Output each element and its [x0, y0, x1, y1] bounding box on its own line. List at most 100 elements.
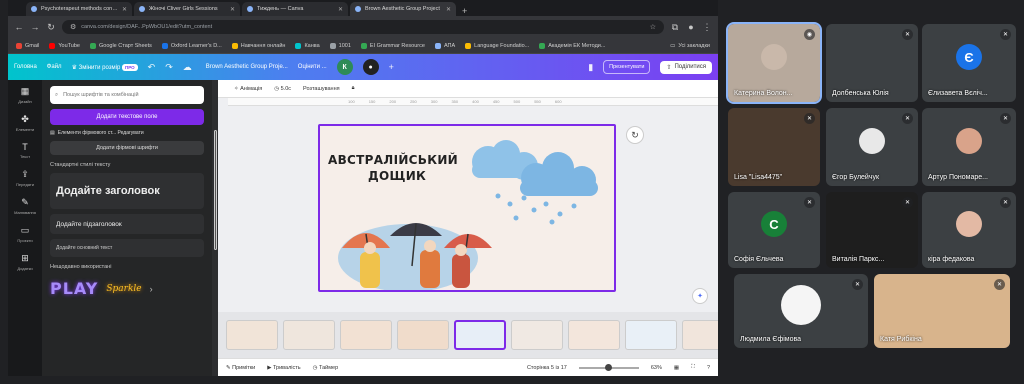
- participant-tile[interactable]: ✕ Долбенська Юлія: [826, 24, 918, 102]
- participant-tile[interactable]: ✕ Катя Рибкіна: [874, 274, 1010, 348]
- add-heading-card[interactable]: Додайте заголовок: [50, 173, 204, 209]
- zoom-level[interactable]: 63%: [651, 365, 662, 371]
- page-thumbnail[interactable]: [340, 320, 392, 350]
- page-indicator[interactable]: Сторінка 5 із 17: [527, 365, 567, 371]
- font-search-input[interactable]: ⌕ Пошук шрифтів та комбінацій: [50, 86, 204, 104]
- browser-tab[interactable]: Psychoterapeut methods conver ✕: [26, 2, 132, 16]
- browser-tab[interactable]: Brown Aesthetic Group Project ✕: [350, 2, 456, 16]
- duration-footer-button[interactable]: ▶ Тривалість: [267, 365, 300, 371]
- zoom-slider-handle[interactable]: [604, 363, 612, 371]
- site-info-icon[interactable]: ⚙: [70, 23, 76, 31]
- chevron-right-icon[interactable]: ›: [150, 284, 153, 294]
- close-tab-icon[interactable]: ✕: [338, 6, 343, 13]
- font-combo-sparkle[interactable]: Sparkle: [106, 284, 141, 294]
- browser-tab[interactable]: Тиждень — Canva ✕: [242, 2, 348, 16]
- page-thumbnail[interactable]: [625, 320, 677, 350]
- profile-icon[interactable]: ●: [686, 22, 696, 32]
- help-icon[interactable]: ?: [707, 365, 710, 371]
- notes-button[interactable]: ✎ Примітки: [226, 365, 255, 371]
- share-button[interactable]: ⇧ Поділитися: [660, 60, 712, 74]
- rail-item[interactable]: T Текст: [20, 142, 30, 159]
- stats-icon[interactable]: ▮: [588, 62, 593, 73]
- participant-tile[interactable]: Є ✕ Єлизавета Вєліч...: [922, 24, 1016, 102]
- timer-button[interactable]: ◷ Таймер: [313, 365, 339, 371]
- add-brand-fonts-button[interactable]: Додати фірмові шрифти: [50, 141, 204, 155]
- bookmark-item[interactable]: Gmail: [16, 42, 39, 49]
- rail-item[interactable]: ⊞ Додатки: [17, 253, 32, 271]
- back-icon[interactable]: ←: [14, 22, 24, 32]
- rail-item[interactable]: ✎ Малювання: [14, 197, 36, 215]
- participant-tile[interactable]: ✕ кіра федакова: [922, 192, 1016, 268]
- participant-tile[interactable]: ◉ Катерина Волон...: [726, 22, 822, 104]
- bookmark-item[interactable]: Google Старт Sheets: [90, 42, 152, 49]
- position-button[interactable]: Розташування: [303, 86, 340, 92]
- participant-tile[interactable]: С ✕ Софія Єльчева: [728, 192, 820, 268]
- reload-icon[interactable]: ↻: [46, 22, 56, 33]
- page-thumbnail[interactable]: [511, 320, 563, 350]
- bookmark-item[interactable]: АПА: [434, 42, 455, 49]
- rail-item[interactable]: ⇪ Передати: [16, 169, 34, 187]
- panel-scroll-thumb[interactable]: [213, 130, 217, 250]
- close-tab-icon[interactable]: ✕: [230, 6, 235, 13]
- bookmark-item[interactable]: YouTube: [49, 42, 80, 49]
- page-thumbnail[interactable]: [226, 320, 278, 350]
- forward-icon[interactable]: →: [30, 22, 40, 32]
- fullscreen-icon[interactable]: ⛶: [691, 364, 695, 371]
- participant-tile[interactable]: ✕ Людмила Єфімова: [734, 274, 868, 348]
- address-bar[interactable]: ⚙ canva.com/design/DAF...PpWbOU1/edit?ut…: [62, 20, 664, 34]
- browser-tab[interactable]: Жіночі Cliver Girls Sessions ✕: [134, 2, 240, 16]
- bookmark-item[interactable]: Language Foundatio...: [465, 42, 529, 49]
- page-thumbnail[interactable]: [283, 320, 335, 350]
- grid-view-icon[interactable]: ▦: [674, 365, 679, 371]
- add-text-box-button[interactable]: Додати текстове поле: [50, 109, 204, 125]
- add-collaborator-icon[interactable]: +: [389, 62, 394, 72]
- rail-item[interactable]: ▭ Проєкти: [17, 225, 32, 243]
- user-avatar[interactable]: ●: [362, 59, 379, 75]
- brand-kit-row[interactable]: ▤ Елементи фірмового ст... Редагувати: [50, 130, 204, 136]
- redo-icon[interactable]: ↷: [165, 62, 173, 73]
- participant-tile[interactable]: ✕ Виталія Паркс...: [826, 192, 918, 268]
- bookmark-item[interactable]: Oxford Learner's D...: [161, 42, 222, 49]
- undo-icon[interactable]: ↶: [148, 62, 156, 73]
- design-title[interactable]: Brown Aesthetic Group Proje...: [206, 64, 288, 70]
- zoom-slider[interactable]: [578, 363, 639, 371]
- bookmark-item[interactable]: Канва: [295, 42, 320, 49]
- page-thumbnail[interactable]: [454, 320, 506, 350]
- rotate-icon[interactable]: ↻: [626, 126, 644, 144]
- bookmark-star-icon[interactable]: ☆: [650, 23, 656, 31]
- file-menu[interactable]: Файл: [47, 64, 62, 70]
- participant-tile[interactable]: ✕ Артур Пономаре...: [922, 108, 1016, 186]
- add-subheading-card[interactable]: Додайте підзаголовок: [50, 214, 204, 234]
- cloud-saved-icon[interactable]: ☁: [183, 62, 192, 73]
- close-tab-icon[interactable]: ✕: [446, 6, 451, 13]
- present-button[interactable]: Презентувати: [603, 60, 651, 74]
- resize-button[interactable]: ♛ Змінити розмір ПРО: [72, 63, 138, 71]
- slide-title[interactable]: АВСТРАЛІЙСЬКИЙ ДОЩИК: [328, 152, 458, 184]
- close-tab-icon[interactable]: ✕: [122, 6, 127, 13]
- page-thumbnail[interactable]: [568, 320, 620, 350]
- new-tab-icon[interactable]: +: [458, 6, 471, 16]
- duration-button[interactable]: ◷ 5.0с: [274, 86, 291, 92]
- bookmark-item[interactable]: EI Grammar Resource: [360, 42, 425, 49]
- menu-icon[interactable]: ⋮: [702, 22, 712, 33]
- magic-help-icon[interactable]: ✦: [692, 288, 708, 304]
- rail-item[interactable]: ✤ Елементи: [16, 114, 34, 132]
- comment-rating[interactable]: Оцінити ...: [298, 64, 327, 70]
- all-bookmarks[interactable]: ▭ Усі закладки: [670, 43, 710, 49]
- add-body-text-card[interactable]: Додайте основний текст: [50, 239, 204, 257]
- extensions-icon[interactable]: ⧉: [670, 22, 680, 33]
- lock-icon[interactable]: 🔒︎: [352, 85, 355, 92]
- collaborator-avatar[interactable]: К: [336, 59, 353, 75]
- participant-tile[interactable]: ✕ Єгор Булейчук: [826, 108, 918, 186]
- slide-canvas[interactable]: АВСТРАЛІЙСЬКИЙ ДОЩИК: [318, 124, 616, 292]
- rail-item[interactable]: ▦ Дизайн: [18, 86, 31, 104]
- page-thumbnail[interactable]: [682, 320, 718, 350]
- bookmark-item[interactable]: Академія ЕК Методи...: [539, 42, 605, 49]
- bookmark-item[interactable]: Навчання онлайн: [231, 42, 285, 49]
- animate-button[interactable]: ✧ Анімація: [234, 86, 262, 92]
- participant-tile[interactable]: ✕ Lisa "Lisa4475": [728, 108, 820, 186]
- font-combo-play[interactable]: PLAY: [50, 279, 98, 298]
- home-button[interactable]: Головна: [14, 64, 37, 70]
- page-thumbnail[interactable]: [397, 320, 449, 350]
- bookmark-item[interactable]: 1001: [329, 42, 351, 49]
